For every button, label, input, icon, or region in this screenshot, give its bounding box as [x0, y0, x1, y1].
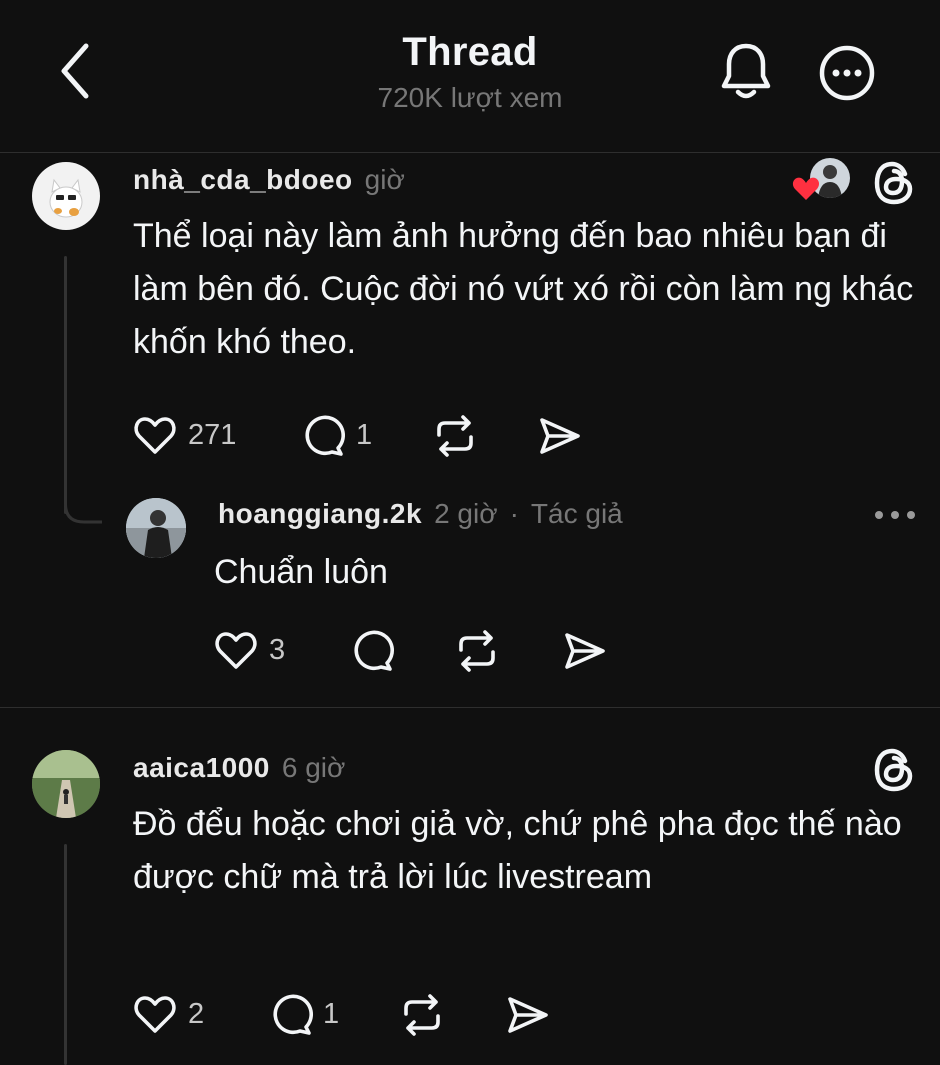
username[interactable]: aaica1000: [133, 752, 270, 784]
send-icon: [540, 418, 580, 454]
heart-icon: [134, 417, 176, 454]
comment-divider: [0, 707, 940, 708]
like-button[interactable]: [133, 414, 177, 458]
like-count: 3: [269, 634, 286, 666]
reply-connector: [64, 480, 102, 524]
comment-icon: [305, 415, 346, 456]
send-icon: [565, 633, 605, 669]
comment-header: aaica1000 6 giờ: [133, 752, 345, 784]
reply-count: 1: [356, 419, 373, 451]
username[interactable]: nhà_cda_bdoeo: [133, 164, 353, 196]
like-count: 271: [188, 419, 237, 451]
username[interactable]: hoanggiang.2k: [218, 498, 422, 530]
reply-more-button[interactable]: [868, 498, 922, 532]
threads-logo-button[interactable]: [868, 743, 922, 797]
reply-count: 1: [323, 998, 340, 1030]
repost-icon: [437, 415, 473, 457]
repost-icon: [459, 630, 495, 672]
notifications-button[interactable]: [716, 40, 776, 104]
share-button[interactable]: [537, 414, 583, 458]
bell-icon: [721, 43, 771, 99]
reply-header: hoanggiang.2k 2 giờ · Tác giả: [218, 498, 623, 530]
heart-icon: [215, 632, 257, 669]
author-tag: Tác giả: [530, 498, 623, 529]
send-icon: [508, 997, 548, 1033]
action-bar: 2 1: [133, 991, 563, 1039]
reply-text: Chuẩn luôn: [214, 553, 388, 591]
reply-button[interactable]: [269, 993, 314, 1037]
threads-logo-icon: [874, 161, 913, 205]
thread-line: [64, 844, 67, 1065]
thread-line: [64, 256, 67, 514]
cat-avatar-icon: [49, 178, 83, 218]
avatar[interactable]: [32, 750, 100, 818]
header-divider: [0, 152, 940, 153]
landscape-avatar-icon: [32, 750, 100, 818]
view-count: 720K lượt xem: [377, 82, 563, 113]
comment-text: Đồ đểu hoặc chơi giả vờ, chứ phê pha đọc…: [133, 805, 902, 896]
share-button[interactable]: [562, 629, 608, 673]
timestamp: 6 giờ: [281, 752, 346, 783]
repost-icon: [404, 994, 440, 1036]
threads-logo-button[interactable]: [868, 156, 922, 210]
person-avatar-icon: [126, 498, 186, 558]
heart-icon: [134, 996, 176, 1033]
timestamp: 2 giờ: [434, 498, 498, 529]
comment-text: Thể loại này làm ảnh hưởng đến bao nhiêu…: [133, 217, 914, 361]
comment-header: nhà_cda_bdoeo giờ: [133, 164, 405, 196]
reply-button[interactable]: [350, 629, 395, 673]
like-count: 2: [188, 998, 205, 1030]
like-button[interactable]: [214, 629, 258, 673]
action-bar: 271 1: [133, 412, 613, 460]
more-horizontal-icon: [875, 511, 915, 519]
heart-filled-icon: [792, 177, 820, 200]
repost-button[interactable]: [433, 414, 477, 458]
action-bar: 3: [214, 627, 614, 675]
separator-dot: ·: [509, 498, 519, 529]
comment-icon: [273, 994, 314, 1035]
threads-logo-icon: [874, 748, 913, 792]
share-button[interactable]: [505, 993, 551, 1037]
reply-button[interactable]: [301, 414, 346, 458]
more-circle-icon: [819, 45, 875, 101]
repost-button[interactable]: [455, 629, 499, 673]
avatar[interactable]: [126, 498, 186, 558]
like-button[interactable]: [133, 993, 177, 1037]
author-liked-indicator: [792, 158, 854, 204]
avatar[interactable]: [32, 162, 100, 230]
more-options-button[interactable]: [817, 43, 877, 103]
timestamp: giờ: [364, 164, 405, 195]
page-title: Thread: [402, 30, 538, 74]
repost-button[interactable]: [400, 993, 444, 1037]
comment-icon: [354, 630, 395, 671]
